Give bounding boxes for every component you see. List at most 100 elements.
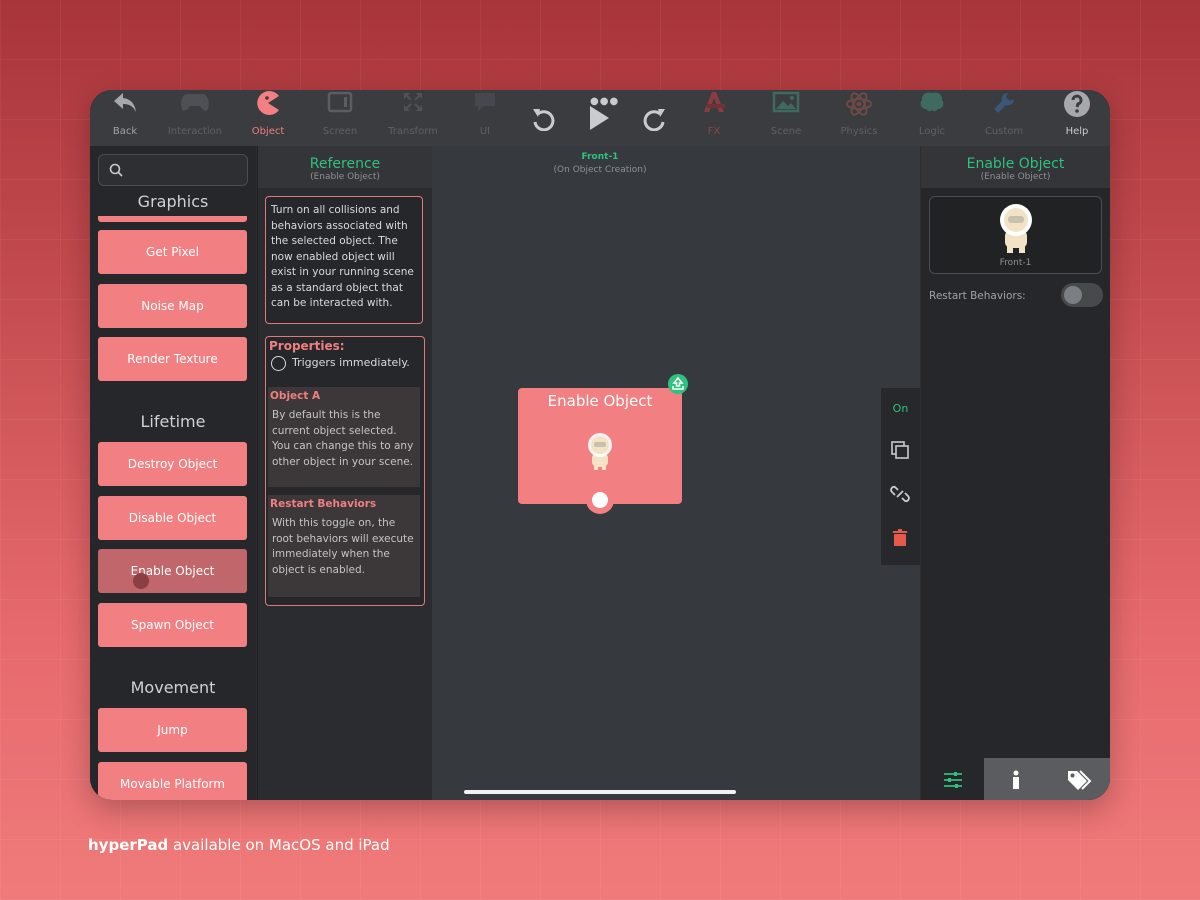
toolbar-object[interactable]: Object — [233, 90, 303, 146]
image-icon — [751, 90, 821, 126]
partial-item[interactable] — [98, 216, 247, 222]
on-toggle[interactable]: On — [881, 402, 920, 415]
unlink-icon[interactable] — [890, 484, 910, 504]
toolbar-screen[interactable]: Screen — [305, 90, 375, 146]
toolbar-interaction[interactable]: Interaction — [160, 90, 230, 146]
node-tools: On — [881, 388, 920, 565]
toolbar-transform[interactable]: Transform — [378, 90, 448, 146]
pacman-icon — [233, 90, 303, 126]
reference-panel: Reference (Enable Object) Turn on all co… — [257, 146, 432, 800]
toolbar-fx-label: FX — [707, 126, 721, 137]
toolbar-object-label: Object — [251, 126, 285, 137]
tab-info[interactable] — [984, 758, 1047, 800]
touch-indicator — [133, 573, 149, 589]
search-input[interactable] — [98, 154, 248, 186]
restart-behaviors-label: Restart Behaviors: — [929, 290, 1026, 302]
section-title-graphics: Graphics — [137, 192, 209, 211]
canvas-object-name: Front-1 — [581, 152, 619, 162]
inspector-title: Enable Object — [966, 156, 1065, 172]
restart-behaviors-toggle[interactable] — [1061, 283, 1103, 307]
node-title: Enable Object — [547, 392, 653, 410]
inspector-header: Enable Object (Enable Object) — [921, 146, 1110, 188]
inspector-subtitle: (Enable Object) — [980, 172, 1051, 182]
toolbar-custom-label: Custom — [984, 126, 1024, 137]
toolbar-help-label: Help — [1065, 126, 1089, 137]
section-title-movement: Movement — [130, 678, 216, 697]
tags-icon — [1067, 769, 1091, 790]
toolbar-help[interactable]: Help — [1042, 90, 1110, 146]
copy-icon[interactable] — [890, 440, 910, 460]
property-name: Object A — [270, 390, 321, 402]
property-object-a: Object A By default this is the current … — [268, 387, 420, 487]
gamepad-icon — [160, 90, 230, 126]
toolbar-fx[interactable]: FX — [679, 90, 749, 146]
atom-icon — [824, 90, 894, 126]
behavior-canvas[interactable]: Front-1 (On Object Creation) Enable Obje… — [432, 146, 920, 800]
trigger-circle-icon — [271, 356, 286, 371]
screen-icon — [305, 90, 375, 126]
tab-tags[interactable] — [1047, 758, 1110, 800]
inspector-tabs — [921, 758, 1110, 800]
section-title-lifetime: Lifetime — [140, 412, 206, 431]
wrench-icon — [969, 90, 1039, 126]
app-window: Back Interaction Object Screen Transform — [90, 90, 1110, 800]
library-item-destroy-object[interactable]: Destroy Object — [98, 442, 247, 486]
property-text: With this toggle on, the root behaviors … — [272, 517, 414, 576]
object-name: Front-1 — [999, 258, 1032, 268]
toolbar-physics-label: Physics — [840, 126, 878, 137]
library-item-enable-object[interactable]: Enable Object — [98, 549, 247, 593]
library-item-disable-object[interactable]: Disable Object — [98, 496, 247, 540]
search-icon — [109, 163, 123, 177]
toolbar-scene[interactable]: Scene — [751, 90, 821, 146]
astronaut-icon — [1000, 204, 1032, 253]
top-toolbar: Back Interaction Object Screen Transform — [90, 90, 1110, 146]
inspector-panel: Enable Object (Enable Object) Front-1 Re… — [921, 146, 1110, 800]
brand-name: hyperPad — [88, 836, 169, 854]
reference-description: Turn on all collisions and behaviors ass… — [265, 196, 423, 324]
library-item-get-pixel[interactable]: Get Pixel — [98, 230, 247, 274]
tab-properties[interactable] — [921, 758, 984, 800]
property-text: By default this is the current object se… — [272, 409, 414, 468]
behavior-node[interactable]: Enable Object — [518, 374, 688, 514]
home-indicator — [464, 790, 736, 794]
property-restart-behaviors: Restart Behaviors With this toggle on, t… — [268, 495, 420, 597]
question-icon — [1042, 90, 1110, 126]
reference-title: Reference — [309, 156, 381, 172]
toolbar-transform-label: Transform — [388, 126, 438, 137]
output-port-icon[interactable] — [668, 374, 688, 394]
footer-brand: hyperPad available on MacOS and iPad — [88, 836, 390, 854]
properties-box: Properties: Triggers immediately. Object… — [265, 336, 425, 606]
library-item-spawn-object[interactable]: Spawn Object — [98, 603, 247, 647]
toolbar-back[interactable]: Back — [90, 90, 160, 146]
back-arrow-icon — [90, 90, 160, 126]
toolbar-logic[interactable]: Logic — [897, 90, 967, 146]
toolbar-physics[interactable]: Physics — [824, 90, 894, 146]
trash-icon[interactable] — [890, 528, 910, 548]
input-port[interactable] — [586, 486, 614, 514]
fx-icon — [679, 90, 749, 126]
library-item-render-texture[interactable]: Render Texture — [98, 337, 247, 381]
trigger-text: Triggers immediately. — [292, 356, 410, 369]
library-item-noise-map[interactable]: Noise Map — [98, 284, 247, 328]
sliders-icon — [943, 771, 962, 788]
canvas-event: (On Object Creation) — [553, 165, 647, 175]
properties-title: Properties: — [269, 339, 345, 353]
reference-header: Reference (Enable Object) — [258, 146, 432, 188]
transform-icon — [378, 90, 448, 126]
behavior-library: Graphics Get Pixel Noise Map Render Text… — [90, 146, 256, 800]
toolbar-screen-label: Screen — [322, 126, 358, 137]
library-item-movable-platform[interactable]: Movable Platform — [98, 762, 247, 800]
library-item-jump[interactable]: Jump — [98, 708, 247, 752]
brand-tagline: available on MacOS and iPad — [168, 836, 390, 854]
property-name: Restart Behaviors — [270, 498, 377, 510]
info-icon — [1012, 770, 1019, 789]
toolbar-scene-label: Scene — [770, 126, 802, 137]
toolbar-custom[interactable]: Custom — [969, 90, 1039, 146]
reference-subtitle: (Enable Object) — [310, 172, 380, 182]
toolbar-back-label: Back — [112, 126, 138, 137]
astronaut-icon — [588, 433, 612, 470]
brain-icon — [897, 90, 967, 126]
object-selector[interactable]: Front-1 — [929, 196, 1102, 274]
toolbar-logic-label: Logic — [918, 126, 946, 137]
toolbar-interaction-label: Interaction — [167, 126, 223, 137]
